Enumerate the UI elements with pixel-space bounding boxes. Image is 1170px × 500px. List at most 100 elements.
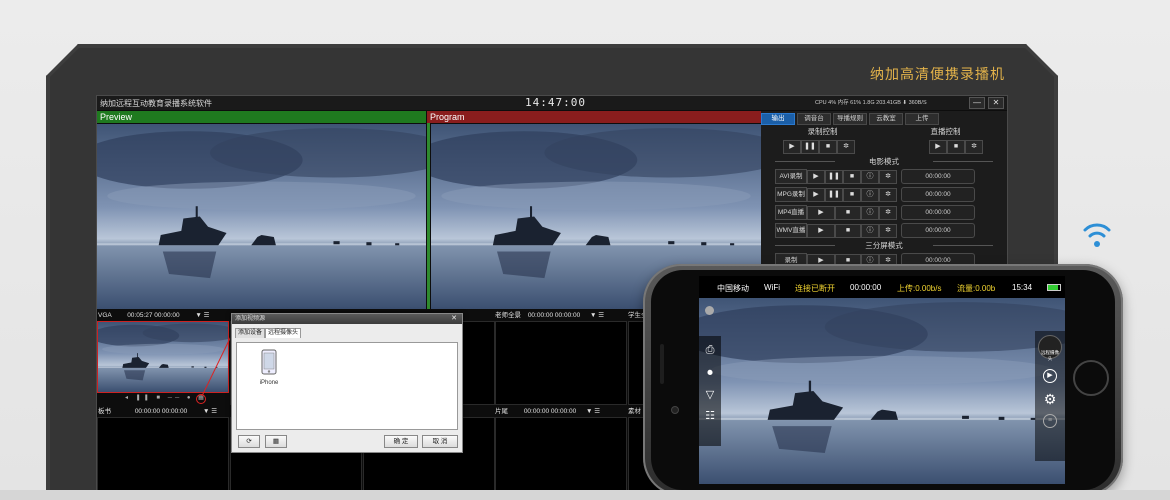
- phone-time: 15:34: [1012, 283, 1033, 292]
- source-cell-teacher[interactable]: [495, 321, 627, 405]
- tab-cloud-classroom[interactable]: 云教室: [869, 113, 903, 125]
- dialog-title-bar: 添加视频源 ✕: [232, 314, 462, 324]
- list-icon[interactable]: ☷: [699, 409, 721, 422]
- tab-upload[interactable]: 上传: [905, 113, 939, 125]
- stop-button[interactable]: ■: [843, 187, 861, 202]
- source-header-board: 板书 00:00:00 00:00:00 ▼ ☰: [98, 407, 217, 416]
- settings-icon[interactable]: ✲: [879, 205, 897, 220]
- phone-speaker: [660, 344, 664, 384]
- add-source-dialog: 添加视频源 ✕ 添加设备 远程摄像头 iPhone ⟳ ▦ 确 定 取 消: [231, 313, 463, 453]
- device-item-iphone[interactable]: iPhone: [255, 349, 283, 386]
- mode-name: WMV直播: [775, 223, 807, 238]
- source-menu-icon[interactable]: ▼ ☰: [586, 408, 600, 415]
- live-control-heading: 直播控制: [930, 127, 961, 136]
- mode-row-mpg: MPG录制 ▶ ❚❚ ■ ⓘ ✲ 00:00:00: [775, 186, 1007, 203]
- cancel-button[interactable]: 取 消: [422, 435, 458, 448]
- microphone-icon[interactable]: ⏺: [699, 367, 721, 380]
- movie-mode-heading: 电影模式: [761, 156, 1007, 167]
- tab-remote-camera[interactable]: 远程摄像头: [265, 328, 302, 338]
- tab-mixer[interactable]: 调音台: [797, 113, 831, 125]
- qr-code-button[interactable]: ▦: [265, 435, 287, 448]
- settings-gear-icon[interactable]: ⚙: [1035, 391, 1065, 408]
- record-stop-button[interactable]: ■: [819, 139, 837, 154]
- play-button[interactable]: ▶: [807, 169, 825, 184]
- phone-left-toolbar: ⎙ ⏺ ▽ ☷: [699, 336, 721, 446]
- stop-button[interactable]: ■: [835, 223, 861, 238]
- mode-name: MP4直播: [775, 205, 807, 220]
- source-name: 素材: [628, 408, 641, 415]
- stop-button[interactable]: ■: [843, 169, 861, 184]
- source-menu-icon[interactable]: ▼ ☰: [590, 312, 604, 319]
- floor-shadow: [0, 490, 1170, 500]
- source-name: 老师全景: [495, 312, 521, 319]
- minimize-button[interactable]: —: [969, 97, 985, 109]
- tab-director-rules[interactable]: 导播规则: [833, 113, 867, 125]
- tab-output[interactable]: 输出: [761, 113, 795, 125]
- live-play-button[interactable]: ▶: [929, 139, 947, 154]
- play-button[interactable]: ▶: [807, 187, 825, 202]
- source-cell-ending[interactable]: [495, 417, 627, 500]
- clock: 14:47:00: [525, 96, 586, 109]
- source-header-vga: VGA 00:05:27 00:00:00 ▼ ☰: [98, 311, 210, 320]
- info-icon[interactable]: ⓘ: [861, 187, 879, 202]
- record-settings-icon[interactable]: ✲: [837, 139, 855, 154]
- source-name: 板书: [98, 408, 111, 415]
- stop-button[interactable]: ■: [835, 205, 861, 220]
- preview-label: Preview: [97, 111, 426, 123]
- battery-icon: [1047, 284, 1061, 291]
- settings-icon[interactable]: ✲: [879, 223, 897, 238]
- source-cell-board[interactable]: [97, 417, 229, 500]
- timer: 00:00:00: [850, 283, 882, 292]
- source-name: VGA: [98, 312, 112, 319]
- source-time: 00:05:27 00:00:00: [127, 312, 180, 319]
- phone-home-button[interactable]: [1073, 360, 1109, 396]
- dialog-close-icon[interactable]: ✕: [448, 314, 460, 323]
- source-header-ending: 片尾 00:00:00 00:00:00 ▼ ☰: [495, 407, 600, 416]
- source-menu-icon[interactable]: ▼ ☰: [203, 408, 217, 415]
- traffic: 流量:0.00b: [957, 284, 996, 293]
- upload-rate: 上传:0.00b/s: [897, 284, 942, 293]
- camera-preview: [699, 298, 1065, 484]
- network: WiFi: [764, 283, 780, 292]
- play-button[interactable]: ▶: [807, 223, 835, 238]
- phone-icon: [261, 349, 277, 375]
- close-button[interactable]: ✕: [988, 97, 1004, 109]
- source-time: 00:00:00 00:00:00: [527, 312, 581, 319]
- preview-video[interactable]: [97, 124, 426, 309]
- split-mode-heading: 三分屏模式: [761, 240, 1007, 251]
- phone-status-bar: 中国移动 WiFi 连接已断开 00:00:00 上传:0.00b/s 流量:0…: [699, 276, 1065, 298]
- focus-dot: [705, 306, 714, 315]
- info-icon[interactable]: ⓘ: [861, 169, 879, 184]
- settings-icon[interactable]: ✲: [879, 169, 897, 184]
- pause-button[interactable]: ❚❚: [825, 169, 843, 184]
- menu-icon[interactable]: ≡: [1043, 414, 1057, 428]
- carrier: 中国移动: [717, 284, 749, 293]
- play-icon[interactable]: ▶: [1043, 369, 1057, 383]
- filter-icon[interactable]: ▽: [699, 388, 721, 401]
- brand-label: 纳加高清便携录播机: [870, 66, 1005, 82]
- record-pause-button[interactable]: ❚❚: [801, 139, 819, 154]
- camera-switch-icon[interactable]: ⎙: [699, 344, 721, 357]
- info-icon[interactable]: ⓘ: [861, 205, 879, 220]
- play-button[interactable]: ▶: [807, 205, 835, 220]
- source-time: 00:00:00 00:00:00: [523, 408, 577, 415]
- title-bar: 纳加远程互动教育录播系统软件 14:47:00 CPU 4% 内存 61% 1.…: [97, 96, 1007, 110]
- tab-add-device[interactable]: 添加设备: [235, 328, 266, 338]
- pause-button[interactable]: ❚❚: [825, 187, 843, 202]
- live-stop-button[interactable]: ■: [947, 139, 965, 154]
- ok-button[interactable]: 确 定: [384, 435, 418, 448]
- mode-name: AVI录制: [775, 169, 807, 184]
- refresh-button[interactable]: ⟳: [238, 435, 260, 448]
- info-icon[interactable]: ⓘ: [861, 223, 879, 238]
- settings-icon[interactable]: ✲: [879, 187, 897, 202]
- mode-row-wmv: WMV直播 ▶ ■ ⓘ ✲ 00:00:00: [775, 222, 1007, 239]
- live-settings-icon[interactable]: ✲: [965, 139, 983, 154]
- source-menu-icon[interactable]: ▼ ☰: [195, 312, 209, 319]
- source-header-material: 素材: [628, 407, 641, 416]
- record-play-button[interactable]: ▶: [783, 139, 801, 154]
- remote-camera-icon[interactable]: 远程摄像头: [1038, 335, 1062, 361]
- panel-tabs: 输出 调音台 导播规则 云教室 上传: [761, 111, 1007, 125]
- dialog-title: 添加视频源: [235, 316, 266, 322]
- vga-transport-controls[interactable]: ◂ ❚❚ ■ ── ● ▦: [125, 394, 207, 401]
- record-control-heading: 录制控制: [807, 127, 838, 136]
